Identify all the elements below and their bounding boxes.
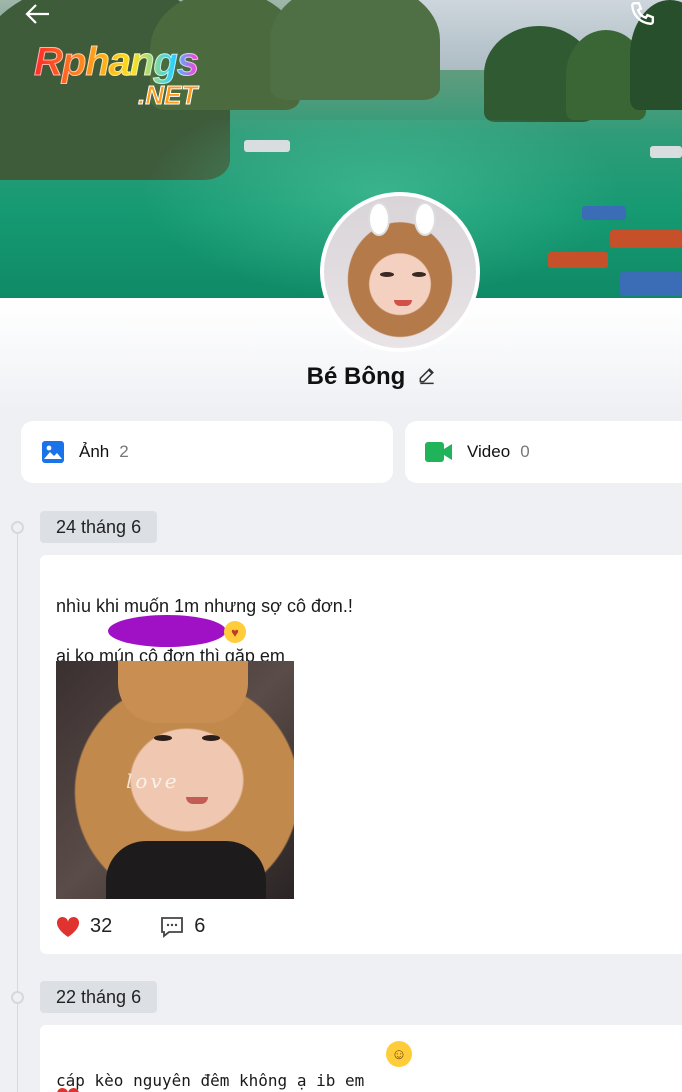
watermark-text: Rphangs — [33, 40, 199, 85]
like-count: 32 — [90, 915, 113, 937]
comment-button[interactable]: 6 — [160, 915, 205, 938]
image-icon — [42, 441, 64, 463]
post-card[interactable]: cáp kèo nguyên đêm không ạ ib em ☺ — [40, 1025, 682, 1092]
photo-hair — [118, 661, 248, 723]
post-card[interactable]: nhìu khi muốn 1m nhưng sợ cô đơn.! ai ko… — [40, 555, 682, 954]
photo-caption: love — [126, 769, 180, 793]
back-button[interactable] — [18, 0, 58, 28]
post-text: cáp kèo nguyên đêm không ạ ib em — [56, 1043, 364, 1092]
cover-cliff-mid — [270, 0, 440, 100]
avatar-lips — [394, 300, 412, 306]
arrow-left-icon — [25, 4, 49, 24]
photos-card[interactable]: Ảnh 2 — [21, 421, 393, 483]
post-text-line: cáp kèo nguyên đêm không ạ ib em — [56, 1071, 365, 1090]
avatar-bunny-ear — [368, 202, 390, 236]
cover-boat — [650, 146, 682, 158]
avatar-eye — [380, 272, 394, 277]
laughing-emoji-icon: ☺ — [386, 1041, 412, 1067]
comment-icon — [161, 916, 184, 938]
post-reactions: 32 6 — [56, 915, 205, 938]
photos-count: 2 — [119, 442, 129, 461]
cover-boat — [244, 140, 290, 152]
edit-name-button[interactable] — [417, 365, 437, 390]
redaction-mark — [108, 615, 226, 647]
cover-boat — [620, 272, 682, 296]
date-chip: 22 tháng 6 — [40, 981, 158, 1013]
timeline-line — [17, 528, 18, 1092]
profile-name-row: Bé Bông — [0, 363, 682, 391]
phone-icon — [631, 1, 655, 25]
watermark-logo: Rphangs .NET — [33, 40, 244, 112]
photo-eye — [202, 735, 220, 741]
photo-eye — [154, 735, 172, 741]
heart-eyes-emoji-icon: ♥ — [224, 621, 246, 643]
post-reactions — [56, 1087, 80, 1092]
photos-label: Ảnh — [79, 442, 110, 461]
video-camera-icon — [425, 442, 452, 462]
photo-lips — [186, 797, 208, 804]
avatar[interactable] — [320, 192, 480, 352]
profile-name: Bé Bông — [306, 363, 406, 390]
comment-count: 6 — [194, 915, 206, 937]
like-button[interactable]: 32 — [56, 915, 112, 938]
avatar-bunny-ear — [414, 202, 436, 236]
date-chip: 24 tháng 6 — [40, 511, 158, 543]
videos-label: Video — [467, 442, 511, 461]
heart-icon — [56, 916, 80, 937]
post-photo[interactable]: love — [56, 661, 294, 899]
cover-boat — [582, 206, 626, 220]
videos-count: 0 — [520, 442, 530, 461]
heart-icon — [57, 1087, 79, 1092]
timeline-dot — [11, 521, 24, 534]
cover-boat — [548, 252, 608, 268]
post-text-line: nhìu khi muốn 1m nhưng sợ cô đơn.! — [56, 596, 353, 616]
watermark-subtext: .NET — [137, 80, 198, 111]
cover-boat — [610, 230, 682, 248]
call-button[interactable] — [622, 0, 662, 28]
pencil-icon — [419, 367, 435, 384]
videos-card[interactable]: Video 0 — [405, 421, 682, 483]
photo-shirt — [106, 841, 266, 899]
timeline-dot — [11, 991, 24, 1004]
avatar-eye — [412, 272, 426, 277]
